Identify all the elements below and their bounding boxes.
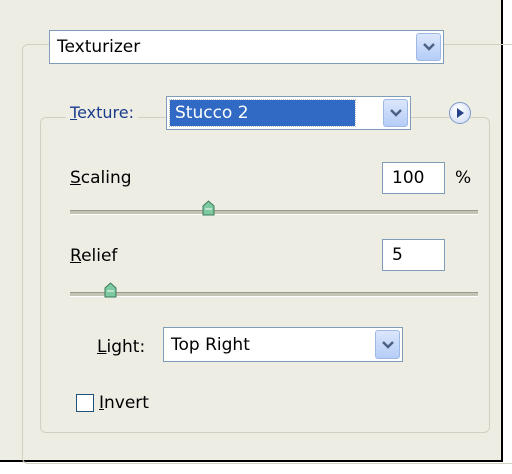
chevron-down-icon [381, 340, 394, 349]
scaling-label-mnemonic: S [70, 168, 81, 188]
texture-menu-button[interactable] [449, 102, 471, 124]
relief-slider-track[interactable] [70, 292, 478, 297]
light-select-value: Top Right [171, 334, 250, 355]
texture-label-mnemonic: T [70, 103, 78, 122]
relief-label-text: elief [81, 246, 118, 266]
light-label: Light: [97, 337, 145, 357]
chevron-down-icon [389, 109, 402, 117]
scaling-slider-track[interactable] [70, 210, 478, 215]
light-label-text: ight: [106, 337, 146, 357]
relief-input[interactable]: 5 [382, 239, 445, 271]
scaling-label: Scaling [70, 168, 132, 188]
relief-slider-thumb[interactable] [104, 282, 117, 298]
light-dropdown-button[interactable] [375, 330, 400, 359]
filter-dropdown-button[interactable] [416, 33, 441, 61]
texture-select[interactable]: Stucco 2 [166, 96, 411, 130]
texture-label: Texture: [66, 103, 138, 122]
light-select[interactable]: Top Right [163, 327, 403, 362]
relief-value: 5 [392, 245, 403, 265]
scaling-slider-thumb[interactable] [202, 200, 215, 216]
invert-checkbox[interactable] [76, 394, 94, 412]
texture-dropdown-button[interactable] [383, 99, 408, 127]
scaling-unit: % [455, 168, 472, 188]
scaling-input[interactable]: 100 [382, 162, 445, 194]
chevron-down-icon [422, 43, 435, 51]
texture-label-text: exture: [77, 103, 134, 122]
play-arrow-icon [457, 108, 464, 118]
filter-select[interactable]: Texturizer [49, 30, 444, 64]
scaling-label-text: caling [80, 168, 132, 188]
texture-select-value: Stucco 2 [175, 103, 249, 123]
scaling-value: 100 [392, 168, 425, 188]
relief-label: Relief [70, 246, 117, 266]
filter-select-value: Texturizer [57, 37, 141, 57]
texturizer-panel: Texturizer Texture: Stucco 2 Scaling 100 [0, 0, 512, 464]
relief-label-mnemonic: R [70, 246, 82, 266]
invert-label[interactable]: Invert [99, 393, 149, 413]
invert-label-text: nvert [104, 393, 149, 413]
